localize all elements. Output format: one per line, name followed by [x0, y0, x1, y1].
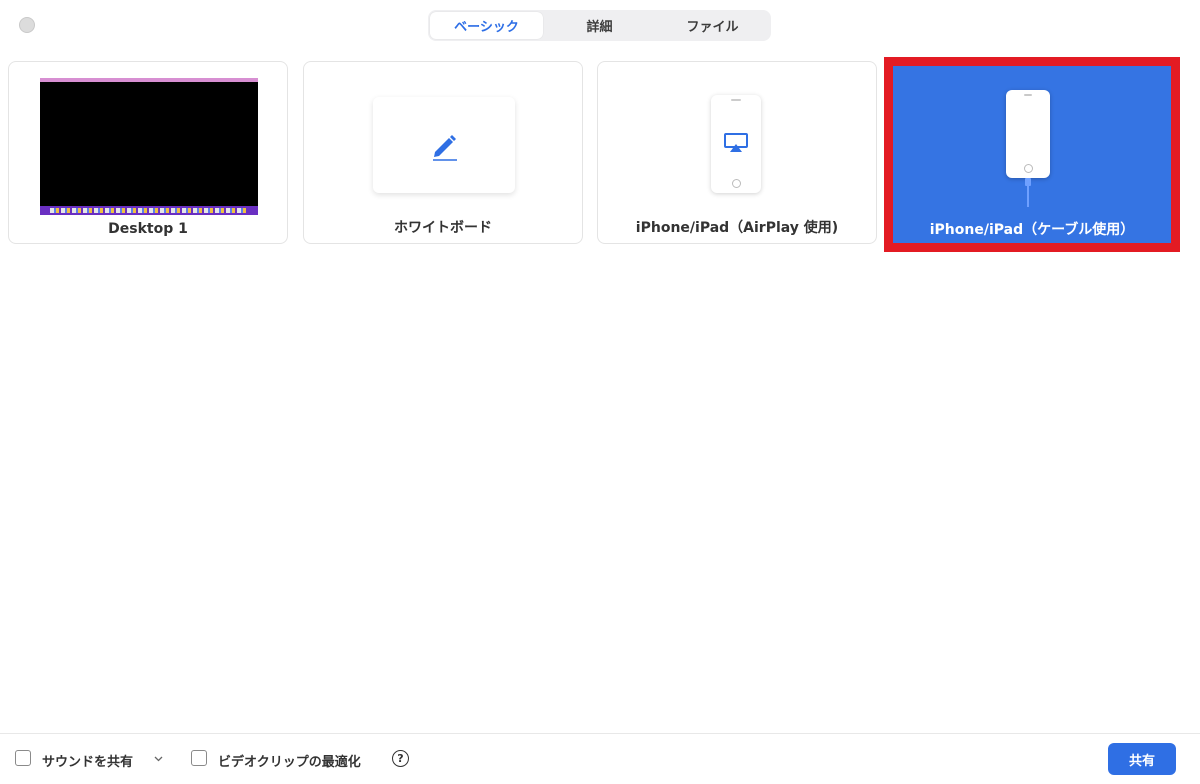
whiteboard-label: ホワイトボード — [394, 220, 492, 236]
whiteboard-preview — [373, 97, 515, 193]
share-sound-label: サウンドを共有 — [42, 755, 134, 770]
optimize-video-checkbox[interactable] — [191, 750, 207, 766]
optimize-video-label: ビデオクリップの最適化 — [218, 755, 361, 770]
phone-outline — [711, 95, 761, 193]
cable-label: iPhone/iPad（ケーブル使用） — [929, 222, 1135, 238]
share-button[interactable]: 共有 — [1108, 743, 1176, 775]
share-option-cable[interactable]: iPhone/iPad（ケーブル使用） — [884, 57, 1180, 252]
share-sound-checkbox[interactable] — [15, 750, 31, 766]
desktop-thumbnail — [40, 78, 258, 215]
tab-bar: ベーシック 詳細 ファイル — [428, 10, 771, 41]
share-option-airplay[interactable]: iPhone/iPad（AirPlay 使用) — [597, 61, 877, 244]
share-option-whiteboard[interactable]: ホワイトボード — [303, 61, 583, 244]
phone-cable-icon — [1006, 90, 1056, 207]
window-close-button[interactable] — [19, 17, 35, 33]
bottom-toolbar: サウンドを共有 ビデオクリップの最適化 ? 共有 — [0, 733, 1200, 784]
airplay-icon — [724, 133, 748, 152]
airplay-label: iPhone/iPad（AirPlay 使用) — [635, 220, 839, 236]
tab-advanced[interactable]: 詳細 — [543, 12, 656, 39]
desktop-label: Desktop 1 — [108, 221, 188, 237]
tab-basic[interactable]: ベーシック — [430, 12, 543, 39]
help-icon[interactable]: ? — [392, 750, 409, 767]
pencil-icon — [433, 135, 457, 161]
share-option-desktop[interactable]: Desktop 1 — [8, 61, 288, 244]
tab-files[interactable]: ファイル — [656, 12, 769, 39]
chevron-down-icon[interactable] — [154, 754, 163, 763]
